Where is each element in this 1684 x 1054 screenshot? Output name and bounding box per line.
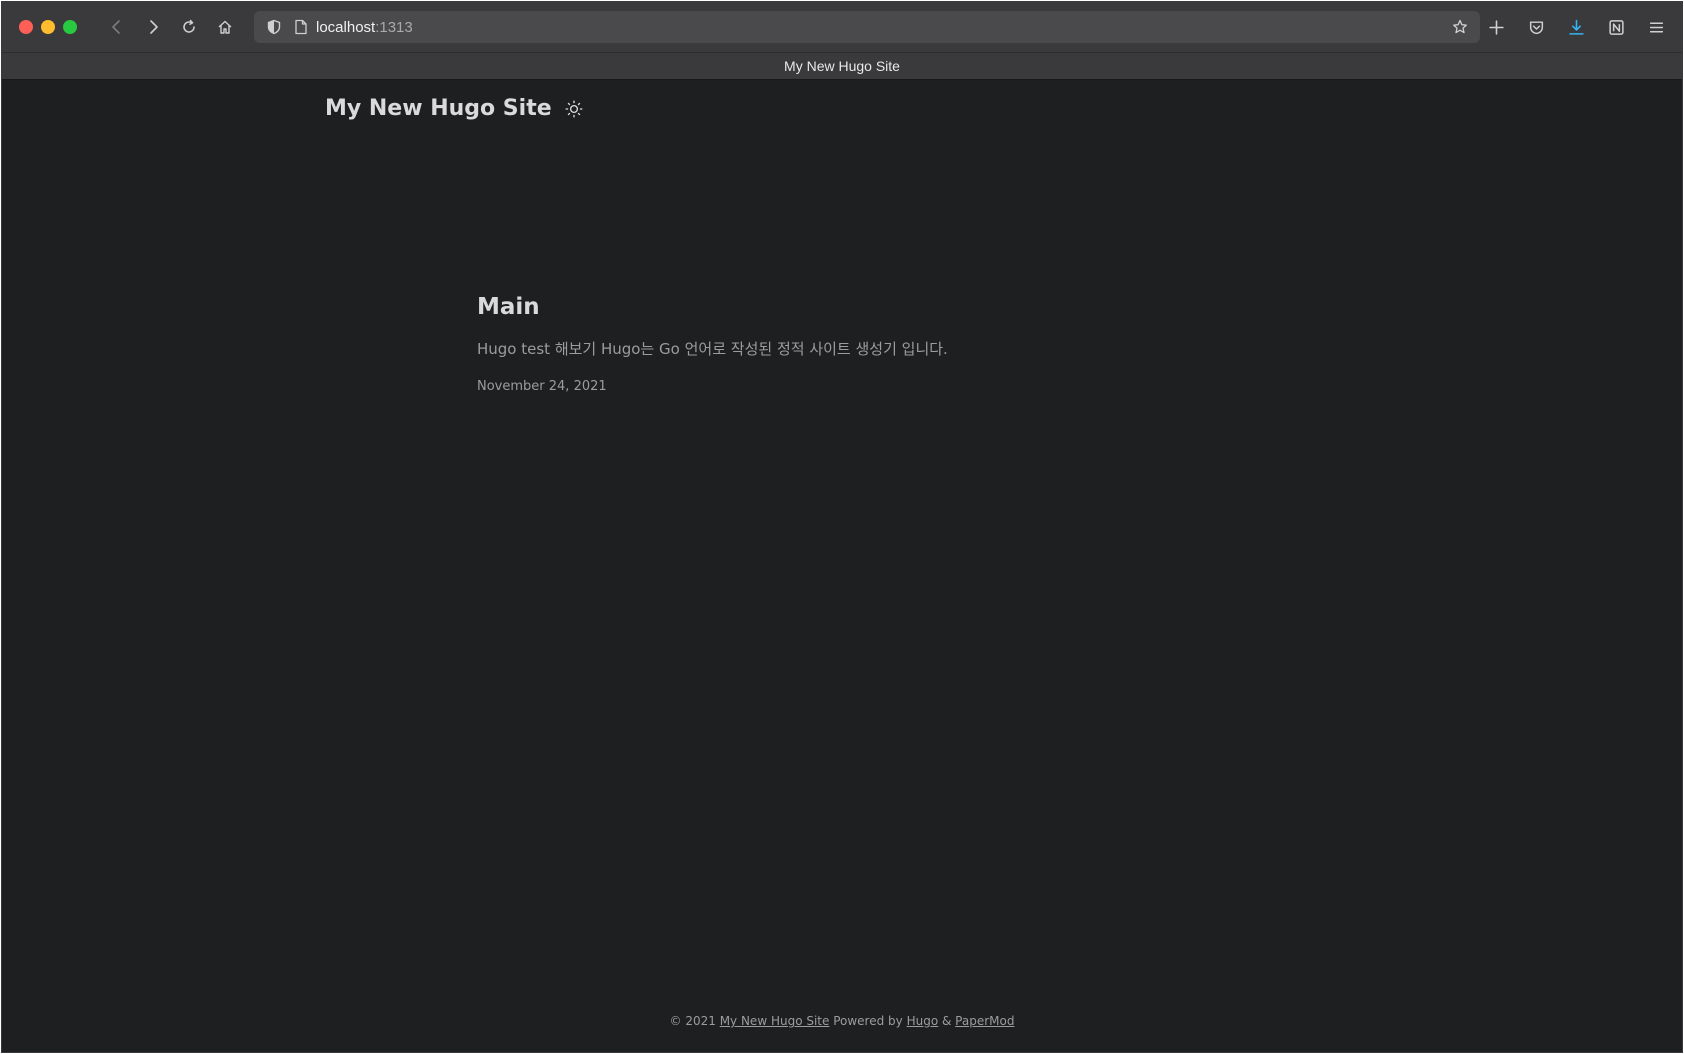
chevron-left-icon (112, 20, 120, 34)
toolbar-right-tools (1478, 9, 1674, 45)
footer-site-link[interactable]: My New Hugo Site (720, 1014, 830, 1028)
tab-title-bar: My New Hugo Site (2, 52, 1682, 80)
reload-button[interactable] (171, 9, 207, 45)
plus-icon (1488, 19, 1504, 35)
bookmark-star-icon[interactable] (1452, 19, 1468, 35)
browser-toolbar: localhost:1313 (2, 2, 1682, 52)
footer-amp: & (938, 1014, 956, 1028)
notion-extension-button[interactable] (1598, 9, 1634, 45)
page-content: My New Hugo Site Main Hugo test 해보기 Hugo… (2, 80, 1682, 1052)
page-icon (295, 19, 307, 35)
url-text[interactable]: localhost:1313 (316, 19, 413, 36)
new-tab-button[interactable] (1478, 9, 1514, 45)
address-bar[interactable]: localhost:1313 (254, 11, 1480, 43)
chevron-right-icon (150, 20, 158, 34)
sun-icon (565, 99, 583, 118)
site-header: My New Hugo Site (325, 96, 584, 121)
reload-icon (183, 19, 195, 33)
post-title[interactable]: Main (477, 294, 1217, 320)
home-button[interactable] (207, 9, 243, 45)
minimize-window-button[interactable] (41, 20, 55, 34)
post-entry[interactable]: Main Hugo test 해보기 Hugo는 Go 언어로 작성된 정적 사… (477, 294, 1217, 394)
tab-title[interactable]: My New Hugo Site (784, 58, 900, 74)
site-footer: © 2021 My New Hugo Site Powered by Hugo … (2, 1014, 1682, 1028)
site-title-link[interactable]: My New Hugo Site (325, 96, 552, 121)
downloads-button[interactable] (1558, 9, 1594, 45)
theme-toggle-button[interactable] (564, 99, 584, 119)
maximize-window-button[interactable] (63, 20, 77, 34)
post-summary: Hugo test 해보기 Hugo는 Go 언어로 작성된 정적 사이트 생성… (477, 340, 948, 358)
menu-button[interactable] (1638, 9, 1674, 45)
forward-button[interactable] (135, 9, 171, 45)
footer-hugo-link[interactable]: Hugo (907, 1014, 939, 1028)
footer-copyright: © 2021 (669, 1014, 720, 1028)
window-controls (19, 20, 99, 34)
home-icon (218, 20, 232, 34)
url-port: :1313 (375, 18, 413, 36)
browser-window: localhost:1313 My New Hugo Site My New H… (1, 1, 1683, 1053)
footer-powered-by: Powered by (829, 1014, 907, 1028)
close-window-button[interactable] (19, 20, 33, 34)
shield-icon[interactable] (266, 19, 282, 35)
pocket-icon (1529, 20, 1543, 34)
back-button[interactable] (99, 9, 135, 45)
footer-papermod-link[interactable]: PaperMod (955, 1014, 1014, 1028)
hamburger-menu-icon (1649, 22, 1663, 32)
post-date: November 24, 2021 (477, 379, 607, 394)
url-host: localhost (316, 18, 376, 36)
pocket-button[interactable] (1518, 9, 1554, 45)
notion-icon (1608, 19, 1624, 35)
download-icon (1568, 19, 1584, 35)
